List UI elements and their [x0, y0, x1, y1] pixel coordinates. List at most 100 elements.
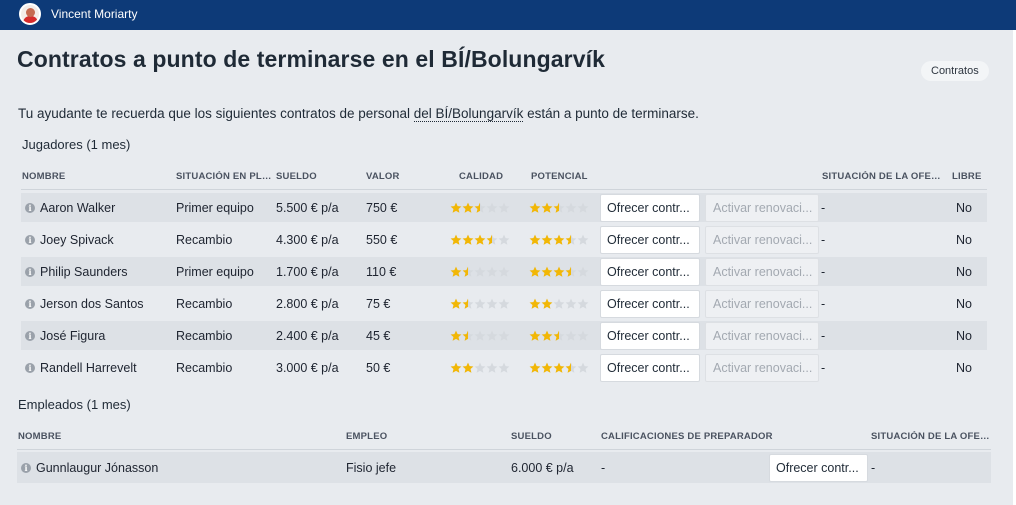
activate-renewal-button[interactable]: Activar renovaci...	[705, 354, 819, 382]
player-situation: Recambio	[176, 297, 233, 311]
player-offer-situation: -	[821, 233, 826, 247]
player-row[interactable]: i Randell Harrevelt Recambio 3.000 € p/a 50 …	[21, 353, 987, 382]
col-free[interactable]: LIBRE	[952, 171, 988, 182]
star-icon	[565, 266, 577, 277]
star-icon	[498, 298, 510, 309]
col-name[interactable]: NOMBRE	[22, 171, 162, 182]
potential-stars	[529, 330, 593, 342]
staff-col-role[interactable]: EMPLEO	[346, 431, 426, 442]
info-icon[interactable]: i	[25, 235, 35, 245]
offer-contract-button[interactable]: Ofrecer contr...	[600, 258, 700, 286]
player-situation: Recambio	[176, 361, 233, 375]
player-value: 50 €	[366, 361, 391, 375]
player-row[interactable]: i Joey Spivack Recambio 4.300 € p/a 550 € Ofr…	[21, 225, 987, 254]
staff-name[interactable]: Gunnlaugur Jónasson	[36, 461, 158, 475]
star-icon	[553, 298, 565, 309]
player-value: 45 €	[366, 329, 391, 343]
player-name[interactable]: Aaron Walker	[40, 201, 115, 215]
player-row[interactable]: i José Figura Recambio 2.400 € p/a 45 € Ofrec…	[21, 321, 987, 350]
star-icon	[577, 330, 589, 341]
player-name[interactable]: José Figura	[40, 329, 105, 343]
offer-contract-button[interactable]: Ofrecer contr...	[600, 194, 700, 222]
star-icon	[529, 266, 541, 277]
offer-contract-button[interactable]: Ofrecer contr...	[769, 454, 868, 482]
activate-renewal-button[interactable]: Activar renovaci...	[705, 290, 819, 318]
col-potential[interactable]: POTENCIAL	[531, 171, 601, 182]
star-icon	[450, 202, 462, 213]
star-icon	[553, 362, 565, 373]
quality-stars	[450, 202, 514, 214]
staff-header-divider	[17, 449, 991, 450]
info-icon[interactable]: i	[25, 363, 35, 373]
activate-renewal-button[interactable]: Activar renovaci...	[705, 322, 819, 350]
activate-renewal-button[interactable]: Activar renovaci...	[705, 194, 819, 222]
player-name[interactable]: Joey Spivack	[40, 233, 114, 247]
staff-col-offer-situation[interactable]: SITUACIÓN DE LA OFER...	[871, 431, 993, 442]
player-offer-situation: -	[821, 361, 826, 375]
potential-stars	[529, 362, 593, 374]
activate-renewal-button[interactable]: Activar renovaci...	[705, 226, 819, 254]
player-name[interactable]: Philip Saunders	[40, 265, 128, 279]
user-name[interactable]: Vincent Moriarty	[51, 7, 137, 21]
star-icon	[577, 266, 589, 277]
col-salary[interactable]: SUELDO	[276, 171, 356, 182]
player-situation: Recambio	[176, 233, 233, 247]
offer-contract-button[interactable]: Ofrecer contr...	[600, 322, 700, 350]
info-icon[interactable]: i	[25, 267, 35, 277]
star-icon	[577, 362, 589, 373]
staff-row[interactable]: i Gunnlaugur Jónasson Fisio jefe 6.000 €…	[17, 452, 991, 483]
col-offer-situation[interactable]: SITUACIÓN DE LA OFER...	[822, 171, 944, 182]
staff-col-name[interactable]: NOMBRE	[18, 431, 178, 442]
col-situation[interactable]: SITUACIÓN EN PLA...	[176, 171, 273, 182]
offer-contract-button[interactable]: Ofrecer contr...	[600, 226, 700, 254]
star-icon	[529, 362, 541, 373]
players-header-divider	[21, 189, 987, 190]
player-row[interactable]: i Jerson dos Santos Recambio 2.800 € p/a 75 …	[21, 289, 987, 318]
activate-renewal-button[interactable]: Activar renovaci...	[705, 258, 819, 286]
player-row[interactable]: i Aaron Walker Primer equipo 5.500 € p/a 750…	[21, 193, 987, 222]
star-icon	[529, 330, 541, 341]
contracts-chip[interactable]: Contratos	[921, 61, 989, 81]
info-icon[interactable]: i	[25, 203, 35, 213]
star-icon	[529, 202, 541, 213]
intro-before: Tu ayudante te recuerda que los siguient…	[18, 106, 414, 121]
star-icon	[541, 234, 553, 245]
player-offer-situation: -	[821, 265, 826, 279]
star-icon	[486, 298, 498, 309]
offer-contract-button[interactable]: Ofrecer contr...	[600, 354, 700, 382]
page-title: Contratos a punto de terminarse en el BÍ…	[17, 46, 605, 72]
star-icon	[565, 234, 577, 245]
staff-col-salary[interactable]: SUELDO	[511, 431, 581, 442]
star-icon	[565, 298, 577, 309]
player-free: No	[956, 265, 972, 279]
star-icon	[486, 266, 498, 277]
club-link[interactable]: del BÍ/Bolungarvík	[413, 106, 524, 122]
avatar-shirt	[23, 16, 38, 23]
player-salary: 2.400 € p/a	[276, 329, 339, 343]
player-value: 110 €	[366, 265, 397, 279]
star-icon	[529, 298, 541, 309]
quality-stars	[450, 362, 514, 374]
offer-contract-button[interactable]: Ofrecer contr...	[600, 290, 700, 318]
col-quality[interactable]: CALIDAD	[459, 171, 519, 182]
star-icon	[462, 202, 474, 213]
star-icon	[565, 362, 577, 373]
col-value[interactable]: VALOR	[366, 171, 426, 182]
staff-section-title: Empleados (1 mes)	[18, 397, 131, 412]
info-icon[interactable]: i	[25, 299, 35, 309]
player-name[interactable]: Jerson dos Santos	[40, 297, 144, 311]
user-avatar[interactable]	[19, 3, 41, 25]
info-icon[interactable]: i	[25, 331, 35, 341]
player-salary: 1.700 € p/a	[276, 265, 339, 279]
player-value: 750 €	[366, 201, 398, 215]
quality-stars	[450, 234, 514, 246]
top-bar: Vincent Moriarty	[0, 0, 1016, 30]
quality-stars	[450, 330, 514, 342]
info-icon[interactable]: i	[21, 463, 31, 473]
staff-col-ratings[interactable]: CALIFICACIONES DE PREPARADOR	[601, 431, 801, 442]
star-icon	[577, 234, 589, 245]
star-icon	[462, 266, 474, 277]
star-icon	[486, 330, 498, 341]
player-name[interactable]: Randell Harrevelt	[40, 361, 137, 375]
player-row[interactable]: i Philip Saunders Primer equipo 1.700 € p/a…	[21, 257, 987, 286]
